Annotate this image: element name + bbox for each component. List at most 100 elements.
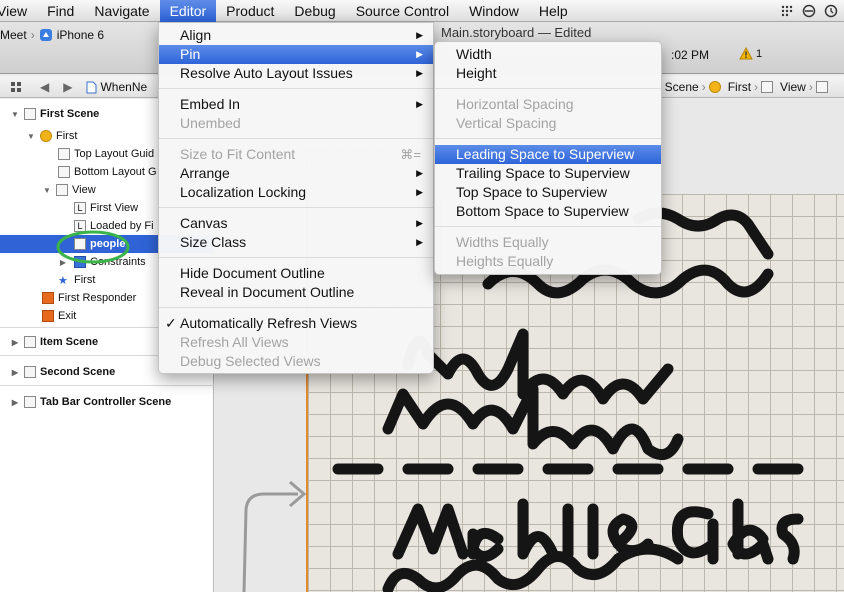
menu-item-unembed: Unembed <box>159 114 433 133</box>
menu-item-label: Refresh All Views <box>180 334 289 350</box>
menu-item-pin[interactable]: Pin ▶ <box>159 45 433 64</box>
menu-item-label: Trailing Space to Superview <box>456 165 630 181</box>
menu-item-vertical-spacing: Vertical Spacing <box>435 114 661 133</box>
chevron-right-icon: › <box>754 80 759 94</box>
menu-source-control[interactable]: Source Control <box>346 0 459 22</box>
menu-item-width[interactable]: Width <box>435 45 661 64</box>
pin-submenu: Width Height Horizontal Spacing Vertical… <box>434 41 662 275</box>
outline-label: View <box>72 184 96 196</box>
segue-arrow <box>242 480 307 592</box>
grid-dots-icon[interactable] <box>780 4 794 18</box>
menu-item-localization-locking[interactable]: Localization Locking ▶ <box>159 183 433 202</box>
menu-item-label: Automatically Refresh Views <box>180 315 358 331</box>
menu-item-resolve-auto-layout[interactable]: Resolve Auto Layout Issues ▶ <box>159 64 433 83</box>
app-icon <box>39 29 52 41</box>
menu-item-label: Localization Locking <box>180 184 307 200</box>
menu-item-debug-selected: Debug Selected Views <box>159 352 433 371</box>
menu-product[interactable]: Product <box>216 0 284 22</box>
jumpbar-crumb-scene[interactable]: t Scene <box>658 80 699 94</box>
menu-item-embed-in[interactable]: Embed In ▶ <box>159 95 433 114</box>
disclosure-open-icon[interactable]: ▼ <box>42 186 52 195</box>
disclosure-open-icon[interactable]: ▼ <box>10 110 20 119</box>
menu-item-height[interactable]: Height <box>435 64 661 83</box>
disclosure-closed-icon[interactable]: ▶ <box>10 338 20 347</box>
menu-view[interactable]: View <box>0 0 37 22</box>
jumpbar-crumb-first[interactable]: First <box>728 80 751 94</box>
scheme-name: Meet <box>0 28 27 42</box>
menu-item-label: Pin <box>180 46 201 62</box>
menu-separator <box>435 138 661 139</box>
menu-item-label: Vertical Spacing <box>456 115 557 131</box>
menu-item-reveal-outline[interactable]: Reveal in Document Outline <box>159 283 433 302</box>
outline-label: Bottom Layout G <box>74 166 157 178</box>
menu-item-align[interactable]: Align ▶ <box>159 26 433 45</box>
menu-debug[interactable]: Debug <box>284 0 345 22</box>
menu-item-label: Resolve Auto Layout Issues <box>180 65 353 81</box>
menu-separator <box>435 88 661 89</box>
submenu-arrow-icon: ▶ <box>416 49 423 59</box>
outline-label: Exit <box>58 310 77 322</box>
do-not-disturb-icon[interactable] <box>802 4 816 18</box>
outline-label: Tab Bar Controller Scene <box>40 396 172 408</box>
exit-icon <box>42 310 54 322</box>
menu-item-label: Debug Selected Views <box>180 353 321 369</box>
disclosure-closed-icon[interactable]: ▶ <box>10 398 20 407</box>
menu-item-hide-outline[interactable]: Hide Document Outline <box>159 264 433 283</box>
submenu-arrow-icon: ▶ <box>416 237 423 247</box>
chevron-right-icon: › <box>808 80 813 94</box>
selection-ring-annotation <box>56 230 130 264</box>
menu-item-canvas[interactable]: Canvas ▶ <box>159 214 433 233</box>
time-machine-icon[interactable] <box>824 4 838 18</box>
submenu-arrow-icon: ▶ <box>416 68 423 78</box>
warning-badge[interactable]: 1 <box>739 47 762 60</box>
checkmark-icon: ✓ <box>165 315 177 331</box>
menu-item-label: Size Class <box>180 234 247 250</box>
scene-icon <box>24 366 36 378</box>
menu-item-leading-space[interactable]: Leading Space to Superview <box>435 145 661 164</box>
outline-label: Second Scene <box>40 366 116 378</box>
menu-item-top-space[interactable]: Top Space to Superview <box>435 183 661 202</box>
outline-label: First <box>74 274 96 286</box>
menu-item-trailing-space[interactable]: Trailing Space to Superview <box>435 164 661 183</box>
menu-item-label: Align <box>180 27 212 43</box>
menu-find[interactable]: Find <box>37 0 84 22</box>
submenu-arrow-icon: ▶ <box>416 30 423 40</box>
outline-tab-bar-controller-scene[interactable]: ▶ Tab Bar Controller Scene <box>0 393 214 411</box>
warning-icon <box>739 47 753 60</box>
disclosure-closed-icon[interactable]: ▶ <box>10 368 20 377</box>
menu-editor[interactable]: Editor <box>159 0 217 22</box>
menu-window[interactable]: Window <box>459 0 529 22</box>
menu-item-shortcut: ⌘= <box>400 147 421 162</box>
disclosure-open-icon[interactable]: ▼ <box>26 132 36 141</box>
scene-icon <box>24 396 36 408</box>
forward-arrow-icon[interactable]: ▶ <box>63 80 72 94</box>
jumpbar-file[interactable]: WhenNe <box>100 80 147 94</box>
view-controller-icon <box>40 130 52 142</box>
jumpbar-crumb-view[interactable]: View <box>780 80 806 94</box>
menu-item-label: Width <box>456 46 492 62</box>
view-icon <box>56 184 68 196</box>
menu-item-bottom-space[interactable]: Bottom Space to Superview <box>435 202 661 221</box>
menu-help[interactable]: Help <box>529 0 578 22</box>
submenu-arrow-icon: ▶ <box>416 187 423 197</box>
scheme-selector[interactable]: Meet › iPhone 6 <box>0 25 104 45</box>
menu-item-label: Height <box>456 65 497 81</box>
image-view-icon <box>815 81 828 93</box>
warning-count: 1 <box>756 47 763 60</box>
layout-guide-icon <box>58 166 70 178</box>
menu-item-label: Hide Document Outline <box>180 265 325 281</box>
menubar: View Find Navigate Editor Product Debug … <box>0 0 844 22</box>
menu-item-size-class[interactable]: Size Class ▶ <box>159 233 433 252</box>
menu-item-label: Heights Equally <box>456 253 554 269</box>
menu-navigate[interactable]: Navigate <box>84 0 159 22</box>
jumpbar-crumbs: t Scene › First › View › <box>658 80 832 94</box>
scene-icon <box>24 336 36 348</box>
submenu-arrow-icon: ▶ <box>416 168 423 178</box>
menu-item-label: Top Space to Superview <box>456 184 607 200</box>
chevron-right-icon: › <box>701 80 706 94</box>
menu-item-arrange[interactable]: Arrange ▶ <box>159 164 433 183</box>
back-arrow-icon[interactable]: ◀ <box>40 80 49 94</box>
menu-item-auto-refresh[interactable]: ✓ Automatically Refresh Views <box>159 314 433 333</box>
menu-separator <box>159 88 433 89</box>
related-items-icon[interactable] <box>10 81 22 93</box>
